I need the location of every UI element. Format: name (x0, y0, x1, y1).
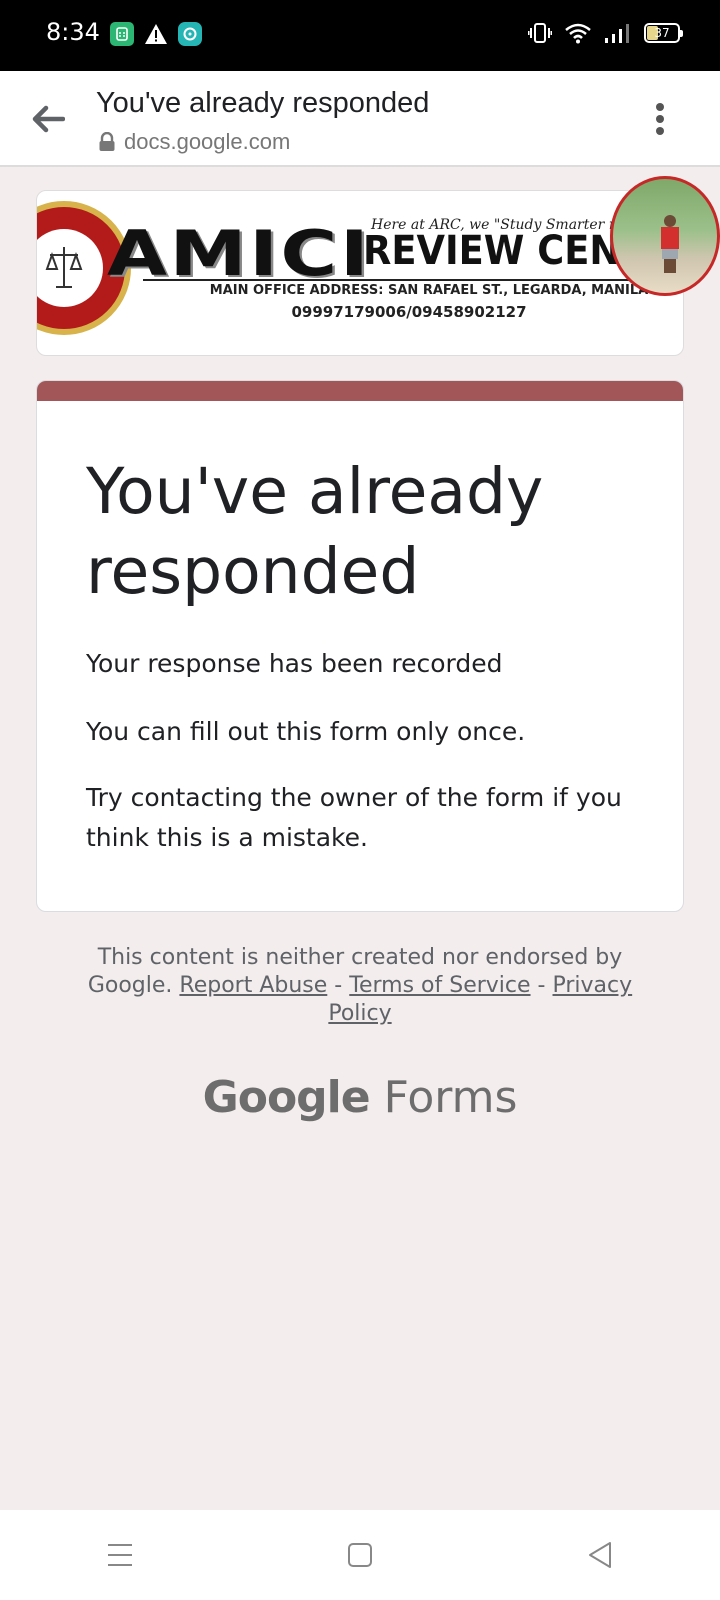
url-text: docs.google.com (124, 129, 291, 154)
back-triangle-icon (589, 1542, 611, 1568)
status-time: 8:34 (46, 18, 100, 46)
system-navigation-bar (0, 1510, 720, 1600)
footer-disclaimer: This content is neither created nor endo… (80, 944, 640, 1028)
menu-lines-icon (108, 1544, 132, 1566)
report-abuse-link[interactable]: Report Abuse (179, 973, 327, 998)
more-menu-button[interactable] (648, 99, 672, 139)
card-title: You've already responded (86, 455, 544, 608)
app-notification-icon (110, 22, 134, 46)
arrow-left-icon (32, 105, 65, 133)
menu-dot-icon (656, 127, 664, 135)
google-forms-logo[interactable]: Google Forms (0, 1072, 720, 1123)
system-icons: 37 (528, 22, 683, 44)
separator: - (334, 973, 343, 998)
google-wordmark: Google (202, 1072, 371, 1123)
banner-address: MAIN OFFICE ADDRESS: SAN RAFAEL ST., LEG… (209, 283, 649, 298)
wifi-icon (565, 23, 591, 44)
home-square-icon (348, 1543, 372, 1567)
page-title: You've already responded (96, 87, 430, 119)
home-button[interactable] (330, 1525, 390, 1585)
battery-level: 37 (654, 26, 670, 40)
logo-review-center: REVIEW CENT (363, 228, 646, 274)
warning-icon (144, 22, 168, 46)
scales-of-justice-icon (45, 247, 83, 288)
signal-icon (605, 24, 629, 43)
recents-button[interactable] (90, 1525, 150, 1585)
profile-avatar[interactable] (610, 176, 720, 296)
menu-dot-icon (656, 103, 664, 111)
vibrate-icon (528, 23, 552, 43)
banner-divider (143, 279, 677, 281)
form-header-banner: Here at ARC, we "Study Smarter not AMICI… (36, 190, 684, 356)
avatar-person-photo (661, 215, 679, 273)
battery-icon: 37 (644, 23, 683, 43)
banner-phone: 09997179006/09458902127 (291, 303, 527, 321)
separator: - (537, 973, 546, 998)
back-button[interactable] (28, 101, 68, 137)
menu-dot-icon (656, 115, 664, 123)
lock-icon (99, 132, 115, 151)
logo-amici: AMICI (107, 217, 372, 290)
forms-wordmark: Forms (383, 1072, 518, 1123)
terms-of-service-link[interactable]: Terms of Service (349, 973, 530, 998)
back-nav-button[interactable] (570, 1525, 630, 1585)
card-accent-bar (37, 381, 683, 401)
fill-once-text: You can fill out this form only once. (86, 717, 526, 746)
contact-owner-text: Try contacting the owner of the form if … (86, 783, 622, 852)
response-recorded-text: Your response has been recorded (86, 649, 503, 678)
notification-icons (110, 22, 202, 46)
chat-notification-icon (178, 22, 202, 46)
url-row[interactable]: docs.google.com (98, 129, 290, 155)
status-bar: 8:34 37 (0, 0, 720, 71)
browser-toolbar: You've already responded docs.google.com (0, 71, 720, 167)
